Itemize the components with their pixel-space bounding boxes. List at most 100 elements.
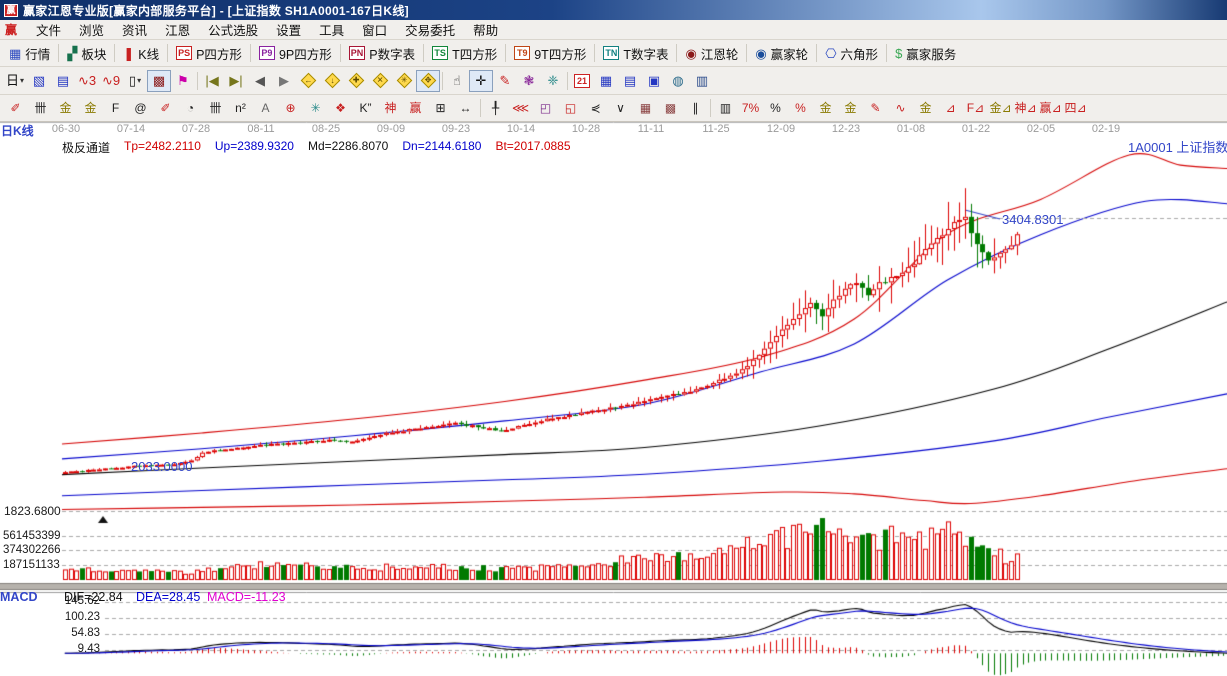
tool-angle-f[interactable]: F⊿ [963,98,988,118]
tool-spiral[interactable]: @ [128,98,153,118]
tool-zoom-left[interactable]: ← [296,70,320,92]
tool-n-square[interactable]: n² [228,98,253,118]
tool-p-square[interactable]: PS P四方形 [170,41,248,65]
menu-item-8[interactable]: 窗口 [353,20,396,39]
tool-percent-line[interactable]: % [788,98,813,118]
tool-ying-grid[interactable]: 赢 [403,98,428,118]
tool-angle-ying[interactable]: 赢⊿ [1038,98,1063,118]
tool-angle-four[interactable]: 四⊿ [1063,98,1088,118]
tool-gold-circle[interactable]: 金 [813,98,838,118]
tool-zoom-plus[interactable]: ✚ [344,70,368,92]
menu-item-1[interactable]: 文件 [27,20,70,39]
toolbar-separator [505,44,507,62]
tool-wave-3[interactable]: ∿3 [75,70,99,92]
tool-zoom-x[interactable]: ✕ [368,70,392,92]
menu-item-7[interactable]: 工具 [310,20,353,39]
comb-ruler-icon: 卌 [34,101,47,115]
tool-sectors[interactable]: ▞ 板块 [61,41,112,65]
tool-comb-ruler[interactable]: 卌 [28,98,53,118]
tool-crosshair[interactable]: ✛ [469,69,493,92]
tool-wave-line[interactable]: ∿ [888,98,913,118]
tool-circle-cross[interactable]: ⊕ [278,98,303,118]
tool-gold-level[interactable]: 金 [913,98,938,118]
tool-asterisk-star[interactable]: ✳ [303,98,328,118]
angle-f-icon: F⊿ [966,101,985,115]
tool-p-number-table[interactable]: PN P数字表 [343,41,421,65]
tool-pencil-ruler[interactable]: ✐ [153,98,178,118]
tool-kline[interactable]: ❚ K线 [117,41,165,65]
tool-f-ruler[interactable]: F [103,98,128,118]
tool-percent[interactable]: % [763,98,788,118]
tool-tool-purple[interactable]: ❃ [517,70,541,92]
tool-angle-set[interactable]: ⋞ [583,98,608,118]
tool-fan-box-2[interactable]: ◱ [558,98,583,118]
menu-item-6[interactable]: 设置 [267,20,310,39]
tool-step-forward[interactable]: ▶ [272,70,296,92]
tool-calculator[interactable]: ▦ [594,70,618,92]
tool-winner-wheel[interactable]: ◉ 赢家轮 [749,41,814,65]
tool-gann-wheel[interactable]: ◉ 江恩轮 [679,41,744,65]
tool-save-disk[interactable]: ▣ [642,70,666,92]
tool-k-mark[interactable]: K” [353,98,378,118]
tool-period-day[interactable]: 日 ▾ [3,70,27,92]
tool-fan-box-1[interactable]: ◰ [533,98,558,118]
tool-wave-9[interactable]: ∿9 [99,70,123,92]
tool-jump-last[interactable]: ▶| [224,70,248,92]
tool-net-tool[interactable]: ◍ [666,70,690,92]
tool-mirror-a[interactable]: A [253,98,278,118]
tool-step-back[interactable]: ◀ [248,70,272,92]
tool-notes[interactable]: ▤ [618,70,642,92]
tool-9t-square[interactable]: T9 9T四方形 [508,41,592,65]
tool-hand-drag[interactable]: ☝ [445,70,469,92]
tool-parallel-lines[interactable]: ∥ [683,98,708,118]
tool-jump-first[interactable]: |◀ [200,70,224,92]
tool-candle-style[interactable]: ▯ ▾ [123,70,147,92]
tool-flag-chart[interactable]: ⚑ [171,70,195,92]
menu-item-5[interactable]: 公式选股 [199,20,267,39]
menu-item-4[interactable]: 江恩 [156,20,199,39]
tool-check-lines[interactable]: ∨ [608,98,633,118]
tool-info-list[interactable]: ▤ [51,70,75,92]
tool-shen-grid[interactable]: 神 [378,98,403,118]
tool-quotes[interactable]: ▦ 行情 [3,41,56,65]
tool-box-star[interactable]: ❖ [328,98,353,118]
tool-width-arrows[interactable]: ↔ [453,98,478,118]
menu-item-3[interactable]: 资讯 [113,20,156,39]
tool-angle-gold[interactable]: 金⊿ [988,98,1013,118]
tool-comb-ruler-2[interactable]: 卌 [203,98,228,118]
tool-remote-pc[interactable]: ▥ [690,70,714,92]
tool-zoom-star[interactable]: ✳ [392,70,416,92]
tool-pattern-overlay[interactable]: ▧ [27,70,51,92]
menu-item-10[interactable]: 帮助 [464,20,507,39]
tool-t-number-table[interactable]: TN T数字表 [597,41,674,65]
tool-grid-dense-2[interactable]: ▩ [658,98,683,118]
tool-gold-ruler-1[interactable]: 金 [53,98,78,118]
tool-angle-shen[interactable]: 神⊿ [1013,98,1038,118]
tool-brush-tool[interactable]: ✎ [863,98,888,118]
tool-price-table[interactable]: ▥ [713,98,738,118]
tool-draw-pencil[interactable]: ✐ [3,98,28,118]
tool-angle-line[interactable]: ⊿ [938,98,963,118]
menu-item-2[interactable]: 浏览 [70,20,113,39]
tool-hexagon[interactable]: ⎔ 六角形 [819,41,884,65]
tool-tool-teal[interactable]: ❈ [541,70,565,92]
tool-zoom-cross[interactable]: ✥ [416,69,440,92]
angle-four-icon: 四⊿ [1064,101,1087,115]
tool-percent-7[interactable]: 7% [738,98,763,118]
tool-9p-square[interactable]: P9 9P四方形 [253,41,338,65]
tool-zoom-down[interactable]: ↓ [320,70,344,92]
menu-item-9[interactable]: 交易委托 [396,20,464,39]
tool-draw-pen[interactable]: ✎ [493,70,517,92]
tool-t-square[interactable]: TS T四方形 [426,41,503,65]
tool-fan-lines[interactable]: ⋘ [508,98,533,118]
t-square-tool-icon: ╀ [491,101,500,115]
tool-calendar-21[interactable]: 21 [570,70,594,92]
tool-winner-service[interactable]: $ 赢家服务 [889,41,962,65]
tool-grid-dense-1[interactable]: ▦ [633,98,658,118]
tool-time-circle[interactable]: ◔ [178,98,203,118]
tool-pattern-box[interactable]: ▩ [147,69,171,92]
tool-t-square-tool[interactable]: ╀ [483,98,508,118]
tool-gold-ruler-2[interactable]: 金 [78,98,103,118]
tool-number-grid[interactable]: ⊞ [428,98,453,118]
tool-gold-lines[interactable]: 金 [838,98,863,118]
